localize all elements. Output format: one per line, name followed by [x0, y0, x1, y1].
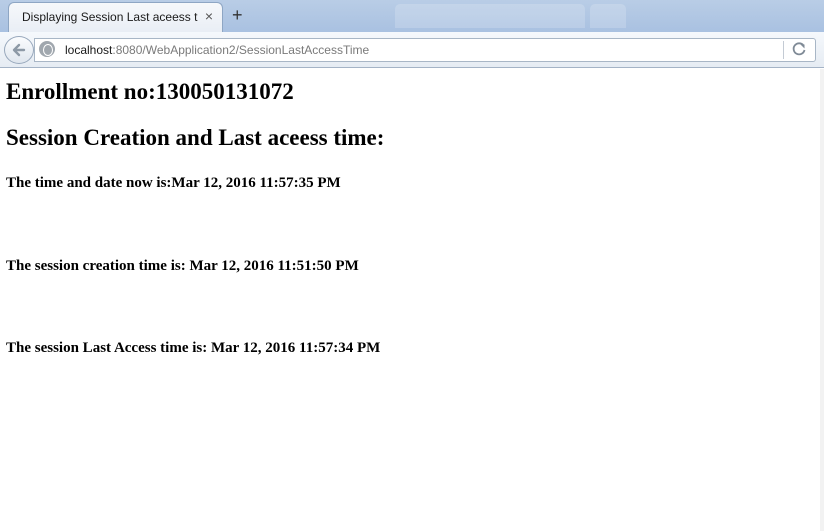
close-icon[interactable]: × — [205, 8, 213, 24]
reload-icon[interactable] — [790, 40, 808, 58]
current-time-text: The time and date now is:Mar 12, 2016 11… — [6, 175, 341, 191]
window-edge — [820, 69, 824, 531]
back-button[interactable] — [4, 36, 34, 64]
url-host: localhost — [65, 43, 113, 57]
new-tab-plus-icon[interactable]: + — [232, 5, 243, 25]
background-tab[interactable] — [395, 4, 585, 28]
session-last-access-time-text: The session Last Access time is: Mar 12,… — [6, 340, 381, 356]
url-text[interactable]: localhost:8080/WebApplication2/SessionLa… — [65, 43, 369, 57]
session-creation-time-text: The session creation time is: Mar 12, 20… — [6, 258, 359, 274]
url-path: :8080/WebApplication2/SessionLastAccessT… — [112, 43, 370, 57]
globe-icon[interactable] — [39, 41, 55, 57]
page-subtitle: Session Creation and Last aceess time: — [6, 125, 385, 150]
browser-tab-active[interactable]: Displaying Session Last aceess t... × — [8, 2, 223, 32]
enrollment-heading: Enrollment no:130050131072 — [6, 79, 294, 104]
tab-strip: Displaying Session Last aceess t... × + — [0, 0, 824, 32]
background-tab-small[interactable] — [590, 4, 626, 28]
tab-title: Displaying Session Last aceess t... — [22, 10, 198, 24]
url-divider — [783, 41, 784, 59]
back-arrow-icon — [12, 43, 26, 57]
page-content: Enrollment no:130050131072 Session Creat… — [0, 69, 824, 531]
